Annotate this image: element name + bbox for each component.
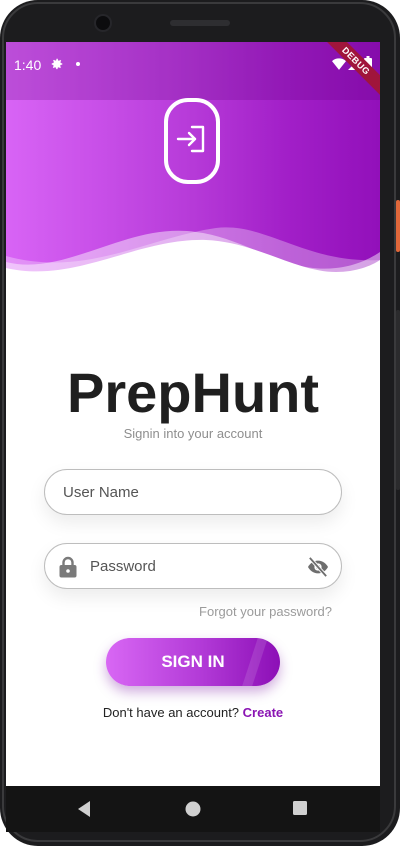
status-time: 1:40 xyxy=(14,57,42,73)
button-shine xyxy=(242,638,268,686)
phone-frame: 1:40 DEBUG PrepHunt Signin into your acc… xyxy=(0,0,400,846)
app-screen: 1:40 DEBUG PrepHunt Signin into your acc… xyxy=(6,42,380,786)
debug-banner: DEBUG xyxy=(315,42,380,102)
app-subtitle: Signin into your account xyxy=(123,426,263,441)
login-badge xyxy=(164,98,220,184)
create-account-link[interactable]: Create xyxy=(243,705,283,720)
back-icon[interactable] xyxy=(76,800,92,818)
power-button xyxy=(396,200,400,252)
wifi-icon xyxy=(332,58,346,70)
visibility-off-icon[interactable] xyxy=(307,557,329,577)
home-icon[interactable] xyxy=(184,800,202,818)
sign-in-button[interactable]: SIGN IN xyxy=(106,638,280,686)
app-title: PrepHunt xyxy=(67,361,319,424)
login-icon xyxy=(176,125,205,153)
volume-button xyxy=(396,310,400,490)
password-input[interactable] xyxy=(45,544,341,588)
password-field[interactable] xyxy=(44,543,342,589)
status-bar: 1:40 DEBUG xyxy=(6,42,380,102)
username-field[interactable] xyxy=(44,469,342,515)
signup-prompt-row: Don't have an account? Create xyxy=(6,705,380,720)
username-input[interactable] xyxy=(45,470,341,514)
sign-in-label: SIGN IN xyxy=(161,652,225,671)
signup-prompt: Don't have an account? xyxy=(102,705,240,720)
recents-icon[interactable] xyxy=(292,800,308,816)
forgot-password-link[interactable]: Forgot your password? xyxy=(199,604,332,619)
earpiece-speaker xyxy=(170,20,230,26)
notification-dot-icon xyxy=(76,62,80,66)
front-camera xyxy=(94,14,112,32)
settings-icon xyxy=(51,58,63,70)
navigation-bar xyxy=(6,786,380,832)
header-banner: 1:40 DEBUG xyxy=(6,42,380,282)
